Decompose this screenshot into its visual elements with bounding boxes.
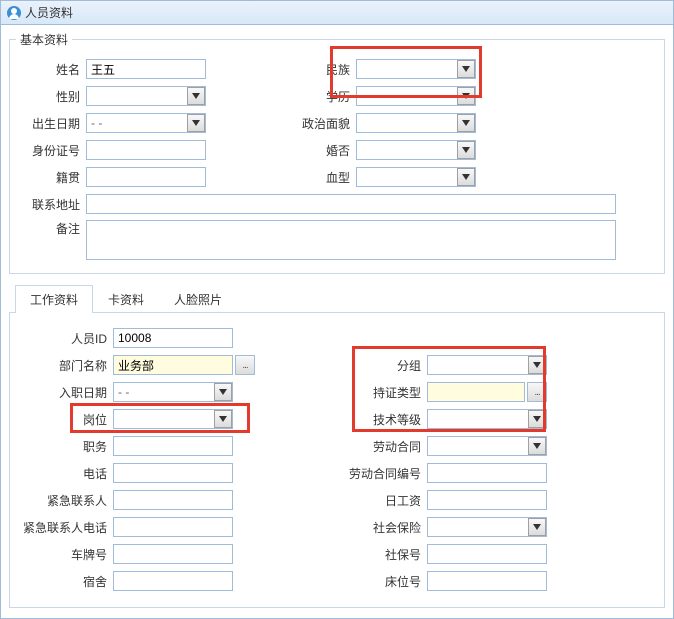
blood-combo[interactable] (356, 167, 476, 187)
phone-label: 电话 (18, 465, 113, 482)
chevron-down-icon[interactable] (457, 60, 475, 78)
group-label: 分组 (347, 357, 427, 374)
dept-lookup: ... (113, 355, 255, 375)
social-insurance-label: 社会保险 (347, 519, 427, 536)
birth-datebox[interactable]: - - (86, 113, 206, 133)
person-id-input[interactable] (113, 328, 233, 348)
chevron-down-icon[interactable] (187, 114, 205, 132)
person-id-label: 人员ID (18, 330, 113, 347)
education-combo[interactable] (356, 86, 476, 106)
bed-label: 床位号 (347, 573, 427, 590)
chevron-down-icon[interactable] (187, 87, 205, 105)
education-label: 学历 (296, 88, 356, 105)
dorm-label: 宿舍 (18, 573, 113, 590)
social-no-label: 社保号 (347, 546, 427, 563)
idcard-input[interactable] (86, 140, 206, 160)
social-insurance-combo[interactable] (427, 517, 547, 537)
basic-legend: 基本资料 (16, 31, 72, 48)
idcard-label: 身份证号 (16, 142, 86, 159)
gender-label: 性别 (16, 88, 86, 105)
dorm-input[interactable] (113, 571, 233, 591)
native-label: 籍贯 (16, 169, 86, 186)
politics-label: 政治面貌 (296, 115, 356, 132)
address-label: 联系地址 (16, 196, 86, 213)
post-label: 岗位 (18, 411, 113, 428)
social-no-input[interactable] (427, 544, 547, 564)
labor-contract-no-label: 劳动合同编号 (347, 465, 427, 482)
person-icon (7, 6, 21, 20)
chevron-down-icon[interactable] (528, 410, 546, 428)
personnel-window: 人员资料 基本资料 姓名 民族 性别 (0, 0, 674, 619)
dept-label: 部门名称 (18, 357, 113, 374)
tab-face[interactable]: 人脸照片 (159, 285, 237, 313)
labor-contract-combo[interactable] (427, 436, 547, 456)
chevron-down-icon[interactable] (457, 114, 475, 132)
tech-level-combo[interactable] (427, 409, 547, 429)
group-combo[interactable] (427, 355, 547, 375)
emergency-contact-input[interactable] (113, 490, 233, 510)
name-input[interactable] (86, 59, 206, 79)
car-no-label: 车牌号 (18, 546, 113, 563)
chevron-down-icon[interactable] (457, 141, 475, 159)
marriage-combo[interactable] (356, 140, 476, 160)
duty-label: 职务 (18, 438, 113, 455)
chevron-down-icon[interactable] (528, 356, 546, 374)
tabs: 工作资料 卡资料 人脸照片 (9, 284, 665, 313)
remark-textarea[interactable] (86, 220, 616, 260)
chevron-down-icon[interactable] (214, 383, 232, 401)
blood-label: 血型 (296, 169, 356, 186)
ellipsis-icon[interactable]: ... (527, 382, 547, 402)
address-input[interactable] (86, 194, 616, 214)
nation-combo[interactable] (356, 59, 476, 79)
cert-type-label: 持证类型 (347, 384, 427, 401)
birth-label: 出生日期 (16, 115, 86, 132)
phone-input[interactable] (113, 463, 233, 483)
remark-label: 备注 (16, 220, 86, 237)
chevron-down-icon[interactable] (457, 87, 475, 105)
marriage-label: 婚否 (296, 142, 356, 159)
car-no-input[interactable] (113, 544, 233, 564)
entry-date-datebox[interactable]: - - (113, 382, 233, 402)
cert-type-lookup: ... (427, 382, 547, 402)
chevron-down-icon[interactable] (528, 437, 546, 455)
chevron-down-icon[interactable] (214, 410, 232, 428)
basic-info-fieldset: 基本资料 姓名 民族 性别 学历 (9, 31, 665, 274)
emergency-contact-label: 紧急联系人 (18, 492, 113, 509)
chevron-down-icon[interactable] (528, 518, 546, 536)
dept-input[interactable] (113, 355, 233, 375)
emergency-phone-label: 紧急联系人电话 (18, 519, 113, 536)
tab-card[interactable]: 卡资料 (93, 285, 159, 313)
gender-combo[interactable] (86, 86, 206, 106)
window-title: 人员资料 (25, 4, 73, 21)
bed-input[interactable] (427, 571, 547, 591)
birth-value: - - (87, 116, 187, 130)
tab-work[interactable]: 工作资料 (15, 285, 93, 313)
name-label: 姓名 (16, 61, 86, 78)
ellipsis-icon[interactable]: ... (235, 355, 255, 375)
cert-type-input[interactable] (427, 382, 525, 402)
native-input[interactable] (86, 167, 206, 187)
tab-work-body: 人员ID 部门名称 ... 分组 入职日期 - - (9, 313, 665, 608)
chevron-down-icon[interactable] (457, 168, 475, 186)
day-wage-label: 日工资 (347, 492, 427, 509)
politics-combo[interactable] (356, 113, 476, 133)
labor-contract-no-input[interactable] (427, 463, 547, 483)
nation-label: 民族 (296, 61, 356, 78)
labor-contract-label: 劳动合同 (347, 438, 427, 455)
day-wage-input[interactable] (427, 490, 547, 510)
titlebar: 人员资料 (1, 1, 673, 25)
tech-level-label: 技术等级 (347, 411, 427, 428)
entry-date-value: - - (114, 385, 214, 399)
post-combo[interactable] (113, 409, 233, 429)
entry-date-label: 入职日期 (18, 384, 113, 401)
duty-input[interactable] (113, 436, 233, 456)
emergency-phone-input[interactable] (113, 517, 233, 537)
